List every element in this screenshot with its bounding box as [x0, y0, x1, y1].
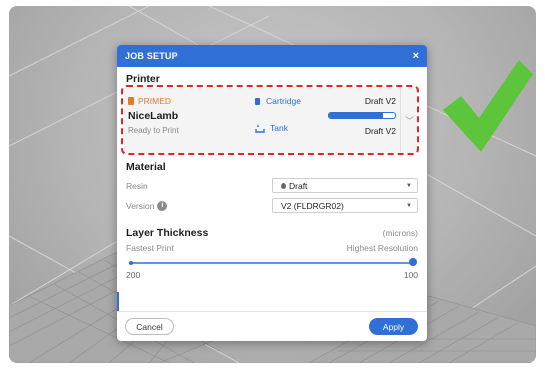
printer-status: PRIMED: [128, 96, 179, 106]
version-select[interactable]: V2 (FLDRGR02) ▼: [272, 198, 418, 213]
chevron-down-icon[interactable]: ﹀: [400, 87, 418, 153]
layer-thickness-hints: Fastest Print Highest Resolution: [126, 243, 418, 253]
printer-card[interactable]: PRIMED NiceLamb Ready to Print Cartridge…: [124, 87, 417, 153]
dialog-header: JOB SETUP ×: [117, 45, 427, 67]
info-icon[interactable]: i: [157, 200, 168, 211]
resin-select[interactable]: Draft ▼: [272, 178, 418, 193]
footer-divider: [117, 311, 427, 312]
cartridge-level-fill: [329, 113, 384, 118]
caret-down-icon: ▼: [406, 202, 412, 209]
printer-status-icon: [128, 97, 134, 105]
tank-icon: [255, 123, 265, 133]
tank-value: Draft V2: [364, 126, 396, 136]
close-icon[interactable]: ×: [413, 50, 419, 62]
checkmark-icon: [443, 60, 533, 152]
cartridge-value: Draft V2: [364, 96, 396, 106]
cancel-button[interactable]: Cancel: [125, 318, 174, 335]
version-label-wrap: Version i: [126, 200, 168, 211]
job-setup-dialog: JOB SETUP × Printer PRIMED NiceLamb Read…: [117, 45, 427, 341]
version-label: Version: [126, 200, 155, 211]
version-value: V2 (FLDRGR02): [281, 200, 344, 211]
tank-label: Tank: [270, 123, 288, 133]
caret-down-icon: ▼: [406, 182, 412, 189]
resin-row: Resin Draft ▼: [126, 178, 418, 193]
material-section-title: Material: [126, 161, 166, 173]
tank-row: Tank: [255, 123, 301, 133]
printer-state: Ready to Print: [128, 126, 179, 135]
scroll-indicator: [117, 292, 119, 311]
resin-drop-icon: [281, 182, 286, 189]
cartridge-label: Cartridge: [266, 96, 301, 106]
cartridge-row: Cartridge: [255, 96, 301, 106]
apply-button[interactable]: Apply: [369, 318, 418, 335]
cartridge-icon: [255, 97, 260, 105]
slider-max-label: 100: [403, 270, 418, 280]
printer-consumables: Cartridge Tank: [255, 96, 301, 133]
layer-thickness-unit: (microns): [382, 228, 418, 238]
slider-start-dot: [129, 261, 133, 265]
version-row: Version i V2 (FLDRGR02) ▼: [126, 198, 418, 213]
layer-thickness-title: Layer Thickness: [126, 227, 209, 239]
printer-consumable-values: Draft V2 Draft V2: [324, 96, 396, 136]
slider-min-label: 200: [126, 270, 141, 280]
slider-track: [131, 262, 413, 264]
layer-thickness-scale: 200 100: [126, 270, 418, 280]
layer-thickness-header: Layer Thickness (microns): [126, 227, 418, 239]
printer-name: NiceLamb: [128, 110, 179, 122]
resin-value: Draft: [289, 180, 308, 191]
dialog-title: JOB SETUP: [125, 51, 178, 61]
highest-resolution-hint: Highest Resolution: [346, 243, 418, 253]
layer-thickness-slider[interactable]: [129, 258, 417, 268]
fastest-print-hint: Fastest Print: [126, 243, 174, 253]
printer-section-title: Printer: [126, 73, 160, 85]
screenshot-canvas: JOB SETUP × Printer PRIMED NiceLamb Read…: [0, 0, 545, 369]
resin-label: Resin: [126, 180, 148, 191]
resin-select-value-wrap: Draft: [281, 181, 307, 191]
slider-handle[interactable]: [409, 258, 417, 266]
printer-identity: PRIMED NiceLamb Ready to Print: [128, 96, 179, 135]
cartridge-level-bar: [328, 112, 396, 119]
printer-status-label: PRIMED: [138, 96, 172, 106]
